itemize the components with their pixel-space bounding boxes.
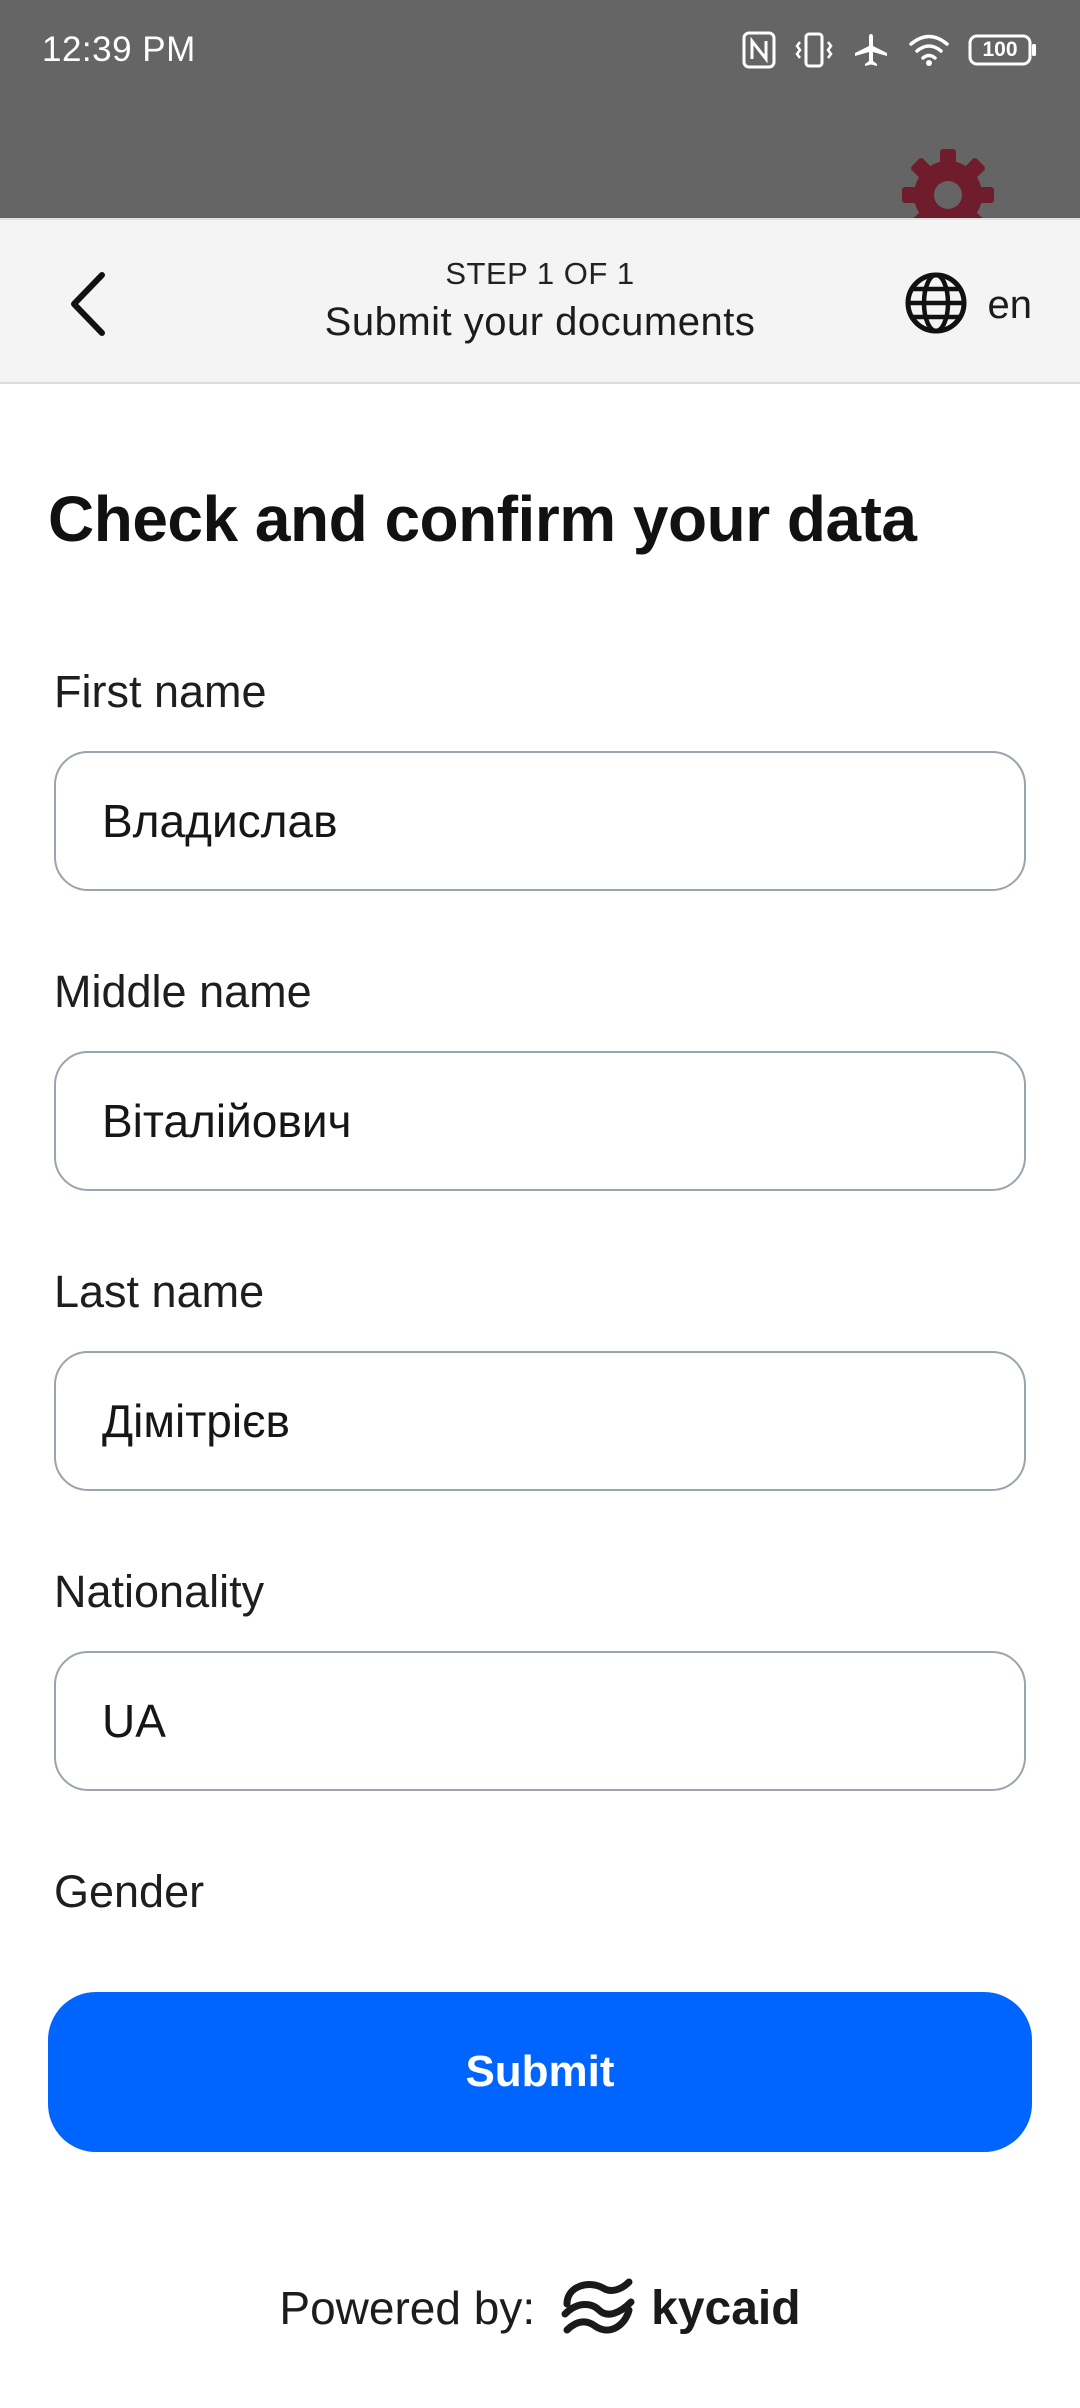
status-bar: 12:39 PM 100 (0, 0, 1080, 241)
nationality-field[interactable] (54, 1651, 1026, 1791)
submit-button[interactable]: Submit (48, 1992, 1032, 2152)
airplane-mode-icon (852, 31, 890, 69)
nfc-icon (742, 31, 776, 69)
language-code: en (987, 282, 1033, 327)
powered-by-label: Powered by: (279, 2282, 536, 2334)
brand-logo: kycaid (559, 2274, 801, 2343)
middle-name-field[interactable] (54, 1051, 1026, 1191)
first-name-field[interactable] (54, 751, 1026, 891)
first-name-label: First name (54, 666, 267, 717)
wifi-icon (908, 33, 950, 67)
status-time: 12:39 PM (42, 30, 196, 69)
vibrate-icon (794, 30, 834, 70)
status-icons: 100 (742, 28, 1038, 72)
app-screen: 12:39 PM 100 STEP 1 OF 1 Submit your doc… (0, 0, 1080, 2408)
language-selector[interactable]: en (904, 271, 1033, 340)
globe-icon (904, 271, 968, 340)
gender-label: Gender (54, 1866, 205, 1917)
battery-icon: 100 (968, 34, 1038, 66)
top-app-bar: STEP 1 OF 1 Submit your documents en (0, 218, 1080, 384)
last-name-field[interactable] (54, 1351, 1026, 1491)
last-name-label: Last name (54, 1266, 265, 1317)
form-heading: Check and confirm your data (48, 483, 917, 555)
middle-name-label: Middle name (54, 966, 312, 1017)
powered-by-footer: Powered by: kycaid (0, 2268, 1080, 2348)
nationality-label: Nationality (54, 1566, 265, 1617)
kycaid-logo-icon (559, 2274, 637, 2343)
battery-level: 100 (982, 38, 1018, 61)
brand-name: kycaid (651, 2281, 801, 2335)
